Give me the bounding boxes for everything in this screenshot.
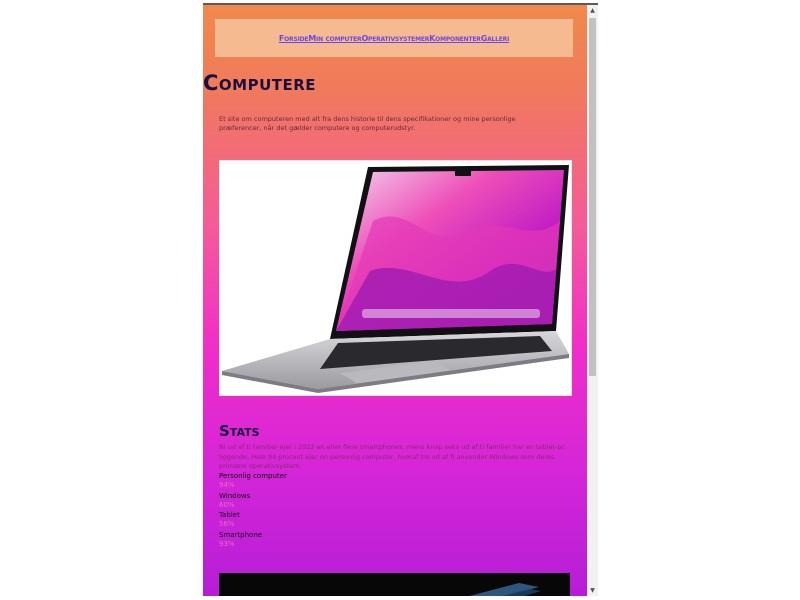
- page-viewport: Forside Min computer Operativsystemer Ko…: [203, 5, 587, 596]
- scrollbar-thumb[interactable]: [589, 18, 596, 376]
- laptop-illustration: [222, 165, 569, 393]
- stat-item: Smartphone 93%: [219, 531, 287, 551]
- stats-heading: Stats: [219, 422, 260, 440]
- dark-image-graphic: [469, 583, 541, 596]
- nav-link-operativsystemer[interactable]: Operativsystemer: [361, 34, 429, 43]
- stat-item: Tablet 56%: [219, 511, 287, 531]
- stat-label: Tablet: [219, 511, 240, 519]
- stats-list: Personlig computer 94% Windows 60% Table…: [219, 472, 287, 550]
- nav-link-forside[interactable]: Forside: [279, 34, 309, 43]
- stat-value: 60%: [219, 500, 235, 509]
- scroll-down-arrow-icon[interactable]: ▼: [587, 585, 598, 596]
- stat-label: Smartphone: [219, 530, 263, 539]
- nav-link-komponenter[interactable]: Komponenter: [429, 34, 481, 43]
- gallery-image: [219, 573, 570, 596]
- scroll-up-arrow-icon[interactable]: ▲: [587, 5, 598, 16]
- stat-item: Windows 60%: [219, 492, 287, 512]
- stat-value: 94%: [219, 481, 235, 489]
- nav-link-galleri[interactable]: Galleri: [481, 34, 510, 43]
- stat-label: Personlig computer: [219, 472, 287, 480]
- stat-item: Personlig computer 94%: [219, 472, 287, 492]
- main-nav: Forside Min computer Operativsystemer Ko…: [215, 19, 573, 57]
- stat-value: 93%: [219, 539, 235, 548]
- intro-text: Et site om computeren med alt fra dens h…: [219, 115, 516, 132]
- stats-paragraph: Ni ud af ti familier ejer i 2022 en elle…: [219, 443, 566, 470]
- laptop-image: [219, 160, 572, 396]
- page-title: Computere: [203, 71, 317, 95]
- stat-value: 56%: [219, 520, 235, 528]
- stat-label: Windows: [219, 491, 251, 500]
- nav-link-min-computer[interactable]: Min computer: [308, 34, 361, 43]
- vertical-scrollbar[interactable]: ▲ ▼: [587, 5, 598, 596]
